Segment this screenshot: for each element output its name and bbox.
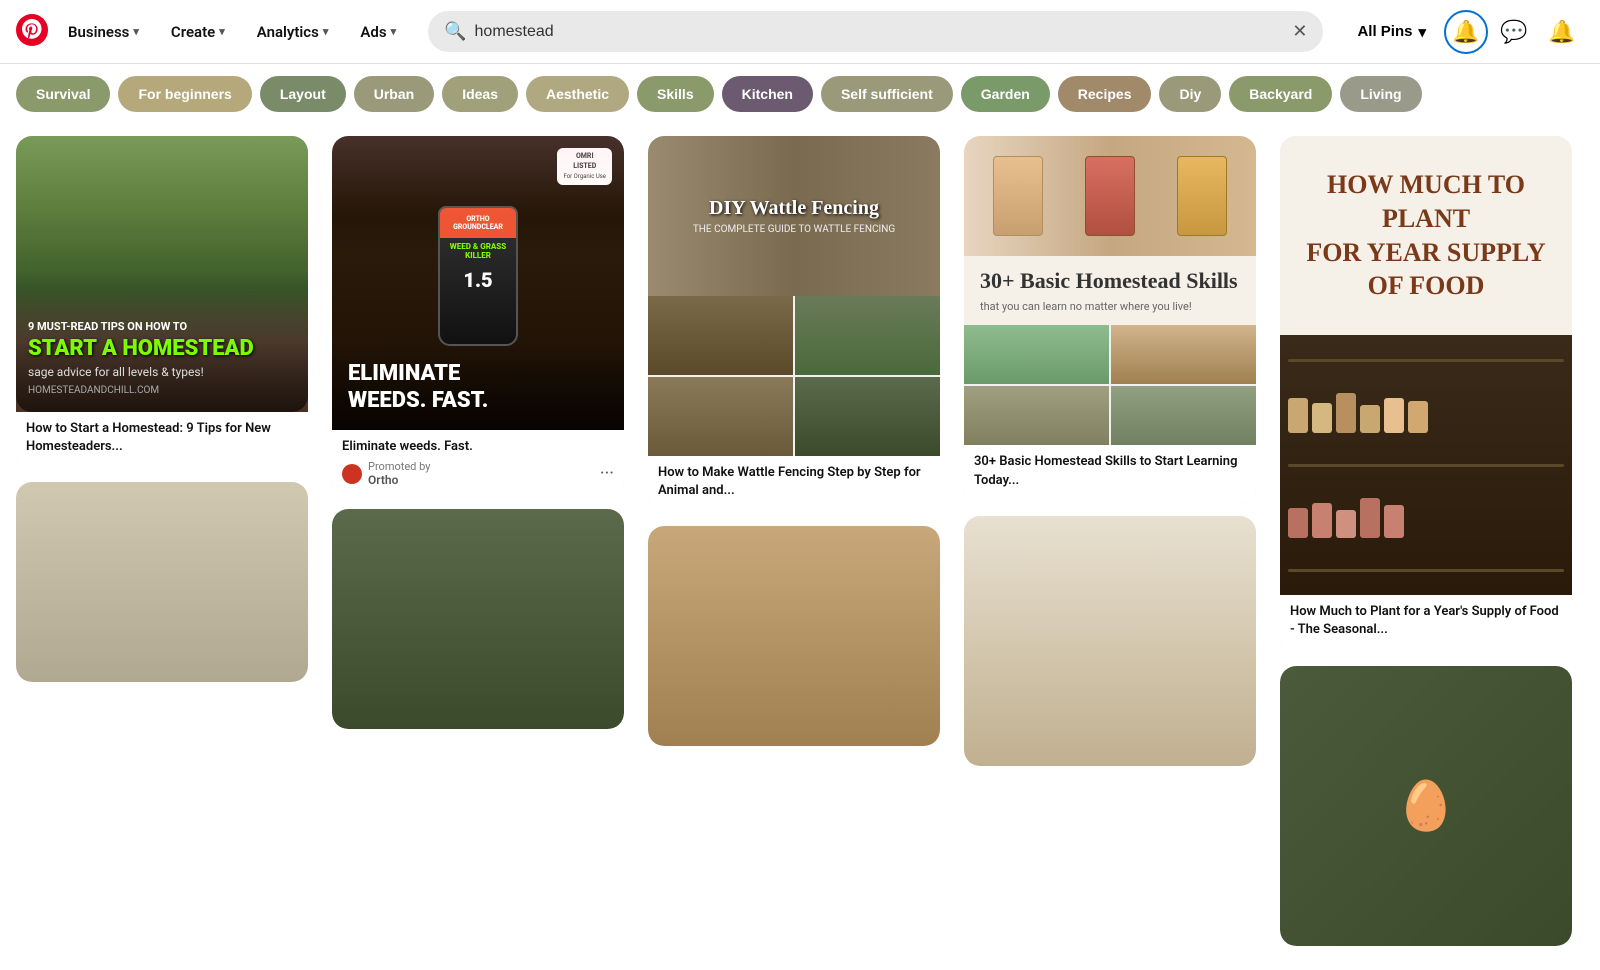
pill-kitchen[interactable]: Kitchen bbox=[722, 76, 813, 112]
pill-urban[interactable]: Urban bbox=[354, 76, 434, 112]
simple-card-img bbox=[332, 509, 624, 729]
pin-title: 30+ Basic Homestead Skills to Start Lear… bbox=[974, 453, 1246, 489]
nav-business[interactable]: Business ▾ bbox=[56, 15, 151, 49]
bell-icon: 🔔 bbox=[1452, 19, 1479, 45]
pill-for-beginners[interactable]: For beginners bbox=[118, 76, 251, 112]
pill-layout[interactable]: Layout bbox=[260, 76, 346, 112]
card-overlay-text: ELIMINATEWEEDS. FAST. bbox=[348, 361, 608, 414]
chat-icon: 💬 bbox=[1500, 19, 1527, 45]
pin-card-ortho-weeds[interactable]: OMRILISTEDFor Organic Use ORTHOGROUNDCLE… bbox=[332, 136, 624, 497]
pill-survival[interactable]: Survival bbox=[16, 76, 110, 112]
promoted-by-label: Promoted by bbox=[368, 460, 430, 473]
card-overlay-sub: sage advice for all levels & types! bbox=[28, 365, 296, 379]
search-clear-icon[interactable]: ✕ bbox=[1292, 21, 1307, 42]
nav-business-label: Business bbox=[68, 23, 129, 41]
bell-icon-button[interactable]: 🔔 bbox=[1444, 10, 1488, 54]
plant-text-area: HOW MUCH tO PlAnTFOR YEAR SuppLYOf FOOD bbox=[1280, 136, 1572, 335]
wattle-grid-cell-2 bbox=[795, 296, 940, 375]
pin-title: How to Start a Homestead: 9 Tips for New… bbox=[26, 420, 298, 456]
pin-card-start-homestead[interactable]: 9 MUST-READ TIPS ON HOW TO START A HOMES… bbox=[16, 136, 308, 470]
notification-icon-button[interactable]: 🔔 bbox=[1540, 10, 1584, 54]
chat-icon-button[interactable]: 💬 bbox=[1492, 10, 1536, 54]
all-pins-chevron: ▾ bbox=[1418, 23, 1426, 41]
nav-analytics-label: Analytics bbox=[257, 23, 319, 41]
pin-card-chair[interactable] bbox=[16, 482, 308, 682]
pins-grid: 9 MUST-READ TIPS ON HOW TO START A HOMES… bbox=[0, 124, 1600, 970]
search-input[interactable] bbox=[475, 23, 1285, 41]
wattle-grid-cell-1 bbox=[648, 296, 793, 375]
advertiser-avatar bbox=[342, 464, 362, 484]
pin-options-dots[interactable]: ··· bbox=[600, 463, 614, 484]
pin-info: How Much to Plant for a Year's Supply of… bbox=[1280, 595, 1572, 653]
pill-garden[interactable]: Garden bbox=[961, 76, 1050, 112]
pill-ideas[interactable]: Ideas bbox=[442, 76, 518, 112]
pin-info: 30+ Basic Homestead Skills to Start Lear… bbox=[964, 445, 1256, 503]
pin-card-bees[interactable] bbox=[332, 509, 624, 729]
notification-icon: 🔔 bbox=[1548, 19, 1575, 45]
nav-ads-chevron: ▾ bbox=[391, 25, 397, 38]
card-overlay-main: START A HOMESTEAD bbox=[28, 337, 296, 361]
nav-create[interactable]: Create ▾ bbox=[159, 15, 237, 49]
plant-heading: HOW MUCH tO PlAnTFOR YEAR SuppLYOf FOOD bbox=[1304, 168, 1548, 303]
pin-title: Eliminate weeds. Fast. bbox=[342, 438, 614, 456]
wattle-grid-cell-4 bbox=[795, 377, 940, 456]
pin-card-plant-for-year[interactable]: HOW MUCH tO PlAnTFOR YEAR SuppLYOf FOOD bbox=[1280, 136, 1572, 654]
nav-ads[interactable]: Ads ▾ bbox=[348, 15, 408, 49]
pill-backyard[interactable]: Backyard bbox=[1229, 76, 1332, 112]
pin-card-pantry[interactable]: 🥚 bbox=[1280, 666, 1572, 946]
search-bar: 🔍 ✕ bbox=[428, 11, 1323, 52]
pin-title: How to Make Wattle Fencing Step by Step … bbox=[658, 464, 930, 500]
all-pins-label: All Pins bbox=[1357, 23, 1412, 40]
wattle-title: DIY Wattle Fencing bbox=[693, 197, 895, 220]
simple-card-img bbox=[648, 526, 940, 746]
wattle-sub: THE COMPLETE GUIDE TO WATTLE FENCING bbox=[693, 224, 895, 235]
pill-recipes[interactable]: Recipes bbox=[1058, 76, 1152, 112]
nav-analytics-chevron: ▾ bbox=[323, 25, 329, 38]
header-right: All Pins ▾ 🔔 💬 🔔 bbox=[1343, 10, 1584, 54]
pin-card-chicken-coop[interactable] bbox=[648, 526, 940, 746]
column-3: 30+ Basic Homestead Skills that you can … bbox=[964, 136, 1256, 958]
all-pins-button[interactable]: All Pins ▾ bbox=[1343, 15, 1440, 49]
nav-analytics[interactable]: Analytics ▾ bbox=[245, 15, 341, 49]
header: Business ▾ Create ▾ Analytics ▾ Ads ▾ 🔍 … bbox=[0, 0, 1600, 64]
pantry-card-img: 🥚 bbox=[1280, 666, 1572, 946]
skills-text: 30+ Basic Homestead Skills that you can … bbox=[964, 256, 1256, 325]
pin-info: How to Make Wattle Fencing Step by Step … bbox=[648, 456, 940, 514]
skills-grid-cell-1 bbox=[964, 325, 1109, 384]
nav-create-label: Create bbox=[171, 23, 215, 41]
pin-card-wattle-fencing[interactable]: DIY Wattle Fencing THE COMPLETE GUIDE TO… bbox=[648, 136, 940, 514]
simple-card-img bbox=[16, 482, 308, 682]
pin-card-chickens[interactable] bbox=[964, 516, 1256, 766]
pill-skills[interactable]: Skills bbox=[637, 76, 714, 112]
pin-info: Eliminate weeds. Fast. Promoted by Ortho… bbox=[332, 430, 624, 497]
skills-grid-cell-4 bbox=[1111, 386, 1256, 445]
card-overlay-top: 9 MUST-READ TIPS ON HOW TO bbox=[28, 320, 296, 333]
card-source: HOMESTEADANDCHILL.COM bbox=[28, 385, 296, 396]
column-4: HOW MUCH tO PlAnTFOR YEAR SuppLYOf FOOD bbox=[1280, 136, 1572, 958]
pills-bar: SurvivalFor beginnersLayoutUrbanIdeasAes… bbox=[0, 64, 1600, 124]
pill-aesthetic[interactable]: Aesthetic bbox=[526, 76, 629, 112]
column-0: 9 MUST-READ TIPS ON HOW TO START A HOMES… bbox=[16, 136, 308, 958]
pinterest-logo[interactable] bbox=[16, 14, 48, 50]
pill-diy[interactable]: Diy bbox=[1159, 76, 1221, 112]
simple-card-img bbox=[964, 516, 1256, 766]
pin-title: How Much to Plant for a Year's Supply of… bbox=[1290, 603, 1562, 639]
advertiser-name: Ortho bbox=[368, 473, 430, 487]
nav-create-chevron: ▾ bbox=[219, 25, 225, 38]
column-1: OMRILISTEDFor Organic Use ORTHOGROUNDCLE… bbox=[332, 136, 624, 958]
search-icon: 🔍 bbox=[444, 21, 466, 42]
skills-grid-cell-3 bbox=[964, 386, 1109, 445]
pill-living[interactable]: Living bbox=[1340, 76, 1421, 112]
skills-grid-cell-2 bbox=[1111, 325, 1256, 384]
pin-card-homestead-skills[interactable]: 30+ Basic Homestead Skills that you can … bbox=[964, 136, 1256, 504]
pantry-image bbox=[1280, 335, 1572, 595]
nav-business-chevron: ▾ bbox=[133, 25, 139, 38]
pill-self-sufficient[interactable]: Self sufficient bbox=[821, 76, 953, 112]
pin-sub: Promoted by Ortho ··· bbox=[342, 460, 614, 487]
wattle-grid-cell-3 bbox=[648, 377, 793, 456]
pin-info: How to Start a Homestead: 9 Tips for New… bbox=[16, 412, 308, 470]
column-2: DIY Wattle Fencing THE COMPLETE GUIDE TO… bbox=[648, 136, 940, 958]
nav-ads-label: Ads bbox=[360, 23, 386, 41]
